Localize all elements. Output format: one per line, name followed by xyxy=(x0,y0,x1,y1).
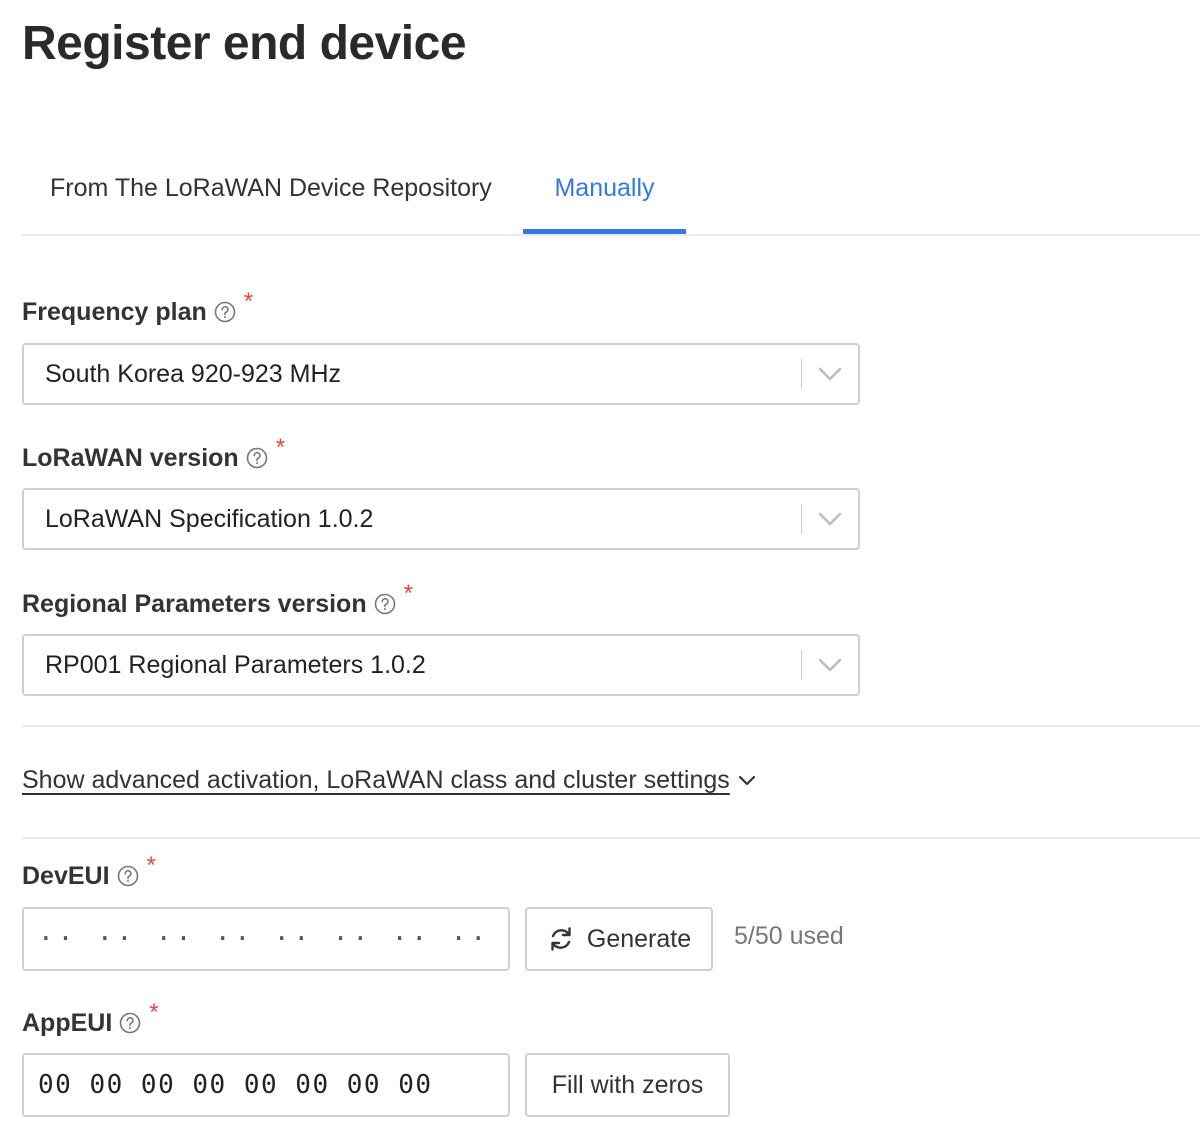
chevron-down-icon[interactable] xyxy=(802,512,858,526)
frequency-plan-label: Frequency plan * xyxy=(22,288,253,328)
help-circle-icon[interactable] xyxy=(119,1012,141,1034)
dev-eui-label-text: DevEUI xyxy=(22,861,110,890)
required-asterisk: * xyxy=(275,434,286,461)
lorawan-version-label: LoRaWAN version * xyxy=(22,434,285,474)
lorawan-version-value: LoRaWAN Specification 1.0.2 xyxy=(45,504,374,533)
frequency-plan-select[interactable]: South Korea 920-923 MHz xyxy=(22,343,860,405)
dev-eui-usage-count: 5/50 used xyxy=(734,922,844,950)
frequency-plan-value: South Korea 920-923 MHz xyxy=(45,359,342,388)
generate-button[interactable]: Generate xyxy=(525,907,713,971)
app-eui-label-text: AppEUI xyxy=(22,1008,113,1037)
lorawan-version-select[interactable]: LoRaWAN Specification 1.0.2 xyxy=(22,488,860,550)
tab-bar: From The LoRaWAN Device Repository Manua… xyxy=(22,150,1200,236)
required-asterisk: * xyxy=(403,580,413,607)
tab-device-repository[interactable]: From The LoRaWAN Device Repository xyxy=(22,150,522,232)
fill-with-zeros-button[interactable]: Fill with zeros xyxy=(525,1053,730,1117)
app-eui-label: AppEUI * xyxy=(22,999,159,1039)
help-circle-icon[interactable] xyxy=(374,593,396,615)
section-divider xyxy=(22,837,1200,839)
required-asterisk: * xyxy=(149,999,159,1026)
regional-parameters-select[interactable]: RP001 Regional Parameters 1.0.2 xyxy=(22,634,860,696)
chevron-down-icon[interactable] xyxy=(738,775,756,787)
required-asterisk: * xyxy=(243,288,254,315)
help-circle-icon[interactable] xyxy=(246,447,268,469)
regional-parameters-label: Regional Parameters version * xyxy=(22,580,413,620)
dev-eui-label: DevEUI * xyxy=(22,852,156,892)
section-divider xyxy=(22,725,1200,727)
advanced-settings-toggle[interactable]: Show advanced activation, LoRaWAN class … xyxy=(22,766,756,795)
chevron-down-icon[interactable] xyxy=(802,367,858,381)
app-eui-input[interactable] xyxy=(22,1053,510,1117)
refresh-icon xyxy=(547,925,575,953)
advanced-settings-link-text[interactable]: Show advanced activation, LoRaWAN class … xyxy=(22,766,730,795)
regional-parameters-value: RP001 Regional Parameters 1.0.2 xyxy=(45,650,426,679)
tab-manually[interactable]: Manually xyxy=(523,150,686,234)
page-title: Register end device xyxy=(22,17,467,70)
help-circle-icon[interactable] xyxy=(117,865,139,887)
generate-button-label: Generate xyxy=(586,924,692,953)
chevron-down-icon[interactable] xyxy=(802,658,858,672)
required-asterisk: * xyxy=(146,852,156,879)
fill-with-zeros-label: Fill with zeros xyxy=(551,1070,704,1099)
dev-eui-input[interactable] xyxy=(22,907,510,971)
frequency-plan-label-text: Frequency plan xyxy=(22,297,207,326)
regional-parameters-label-text: Regional Parameters version xyxy=(22,589,367,618)
help-circle-icon[interactable] xyxy=(214,301,236,323)
lorawan-version-label-text: LoRaWAN version xyxy=(22,443,239,472)
